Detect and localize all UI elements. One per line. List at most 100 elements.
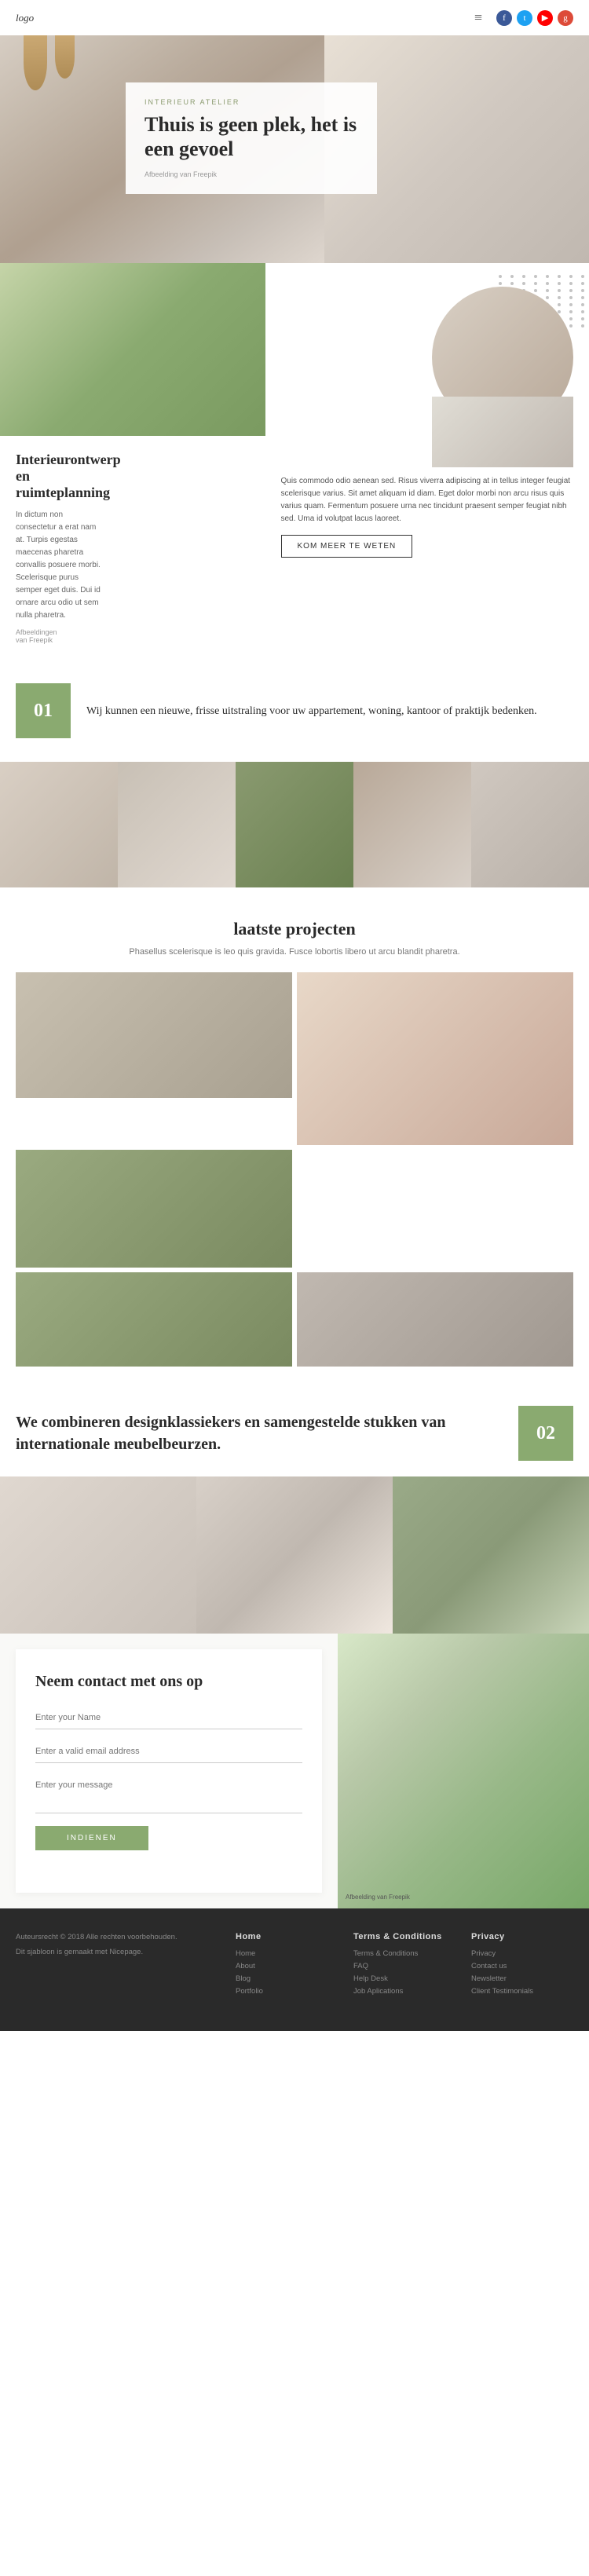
dot-decoration [499, 275, 502, 278]
dot-decoration [522, 275, 525, 278]
project-item-2 [297, 972, 573, 1145]
googleplus-icon[interactable]: g [558, 10, 573, 26]
dot-decoration [546, 275, 549, 278]
dot-decoration [569, 282, 573, 285]
footer-link-privacy[interactable]: Privacy [471, 1949, 573, 1958]
dot-decoration [569, 296, 573, 299]
footer-link-blog[interactable]: Blog [236, 1974, 338, 1983]
dot-decoration [558, 303, 561, 306]
footer: Auteursrecht © 2018 Alle rechten voorbeh… [0, 1908, 589, 2031]
kom-meer-button[interactable]: KOM MEER TE WETEN [281, 535, 413, 558]
dot-decoration [581, 282, 584, 285]
dot-decoration [534, 289, 537, 292]
dot-decoration [558, 289, 561, 292]
photo-grid-item-1 [0, 762, 118, 887]
hero-content-box: INTERIEUR ATELIER Thuis is geen plek, he… [126, 82, 377, 194]
dot-decoration [534, 282, 537, 285]
sec2-credit: Afbeeldingen van Freepik [16, 628, 55, 644]
dot-decoration [510, 275, 514, 278]
footer-col-2: Home Home About Blog Portfolio [236, 1932, 338, 2000]
design-classics-section: We combineren designklassiekers en samen… [0, 1382, 589, 1476]
number-box-1: 01 [16, 683, 71, 738]
photo-grid-section [0, 762, 589, 887]
sec2-right: Quis commodo odio aenean sed. Risus vive… [265, 263, 589, 660]
number-2: 02 [536, 1423, 555, 1444]
footer-link-newsletter[interactable]: Newsletter [471, 1974, 573, 1983]
interior-design-section: Interieurontwerp en ruimteplanning In di… [0, 263, 589, 660]
logo: logo [16, 12, 34, 24]
footer-link-jobs[interactable]: Job Aplications [353, 1987, 455, 1996]
projects-grid [16, 972, 573, 1268]
message-input[interactable] [35, 1774, 302, 1813]
projects-section: laatste projecten Phasellus scelerisque … [0, 887, 589, 1382]
hamburger-icon[interactable]: ≡ [474, 9, 482, 26]
footer-col-1: Auteursrecht © 2018 Alle rechten voorbeh… [16, 1932, 220, 2000]
dot-decoration [558, 275, 561, 278]
email-input[interactable] [35, 1740, 302, 1763]
footer-nicepage: Dit sjabloon is gemaakt met Nicepage. [16, 1947, 220, 1958]
photo-row-item-1 [0, 1476, 196, 1634]
dot-decoration [510, 282, 514, 285]
design-classics-text: We combineren designklassiekers en samen… [16, 1411, 503, 1455]
social-links: f t ▶ g [496, 10, 573, 26]
name-input[interactable] [35, 1707, 302, 1729]
contact-img-credit: Afbeelding van Freepik [346, 1894, 410, 1901]
sec2-right-text: Quis commodo odio aenean sed. Risus vive… [281, 475, 574, 525]
footer-copyright: Auteursrecht © 2018 Alle rechten voorbeh… [16, 1932, 220, 1943]
footer-link-home[interactable]: Home [236, 1949, 338, 1958]
highlight-section-1: 01 Wij kunnen een nieuwe, frisse uitstra… [0, 660, 589, 762]
dot-decoration [581, 303, 584, 306]
project-item-4 [16, 1272, 292, 1367]
dot-decoration [581, 317, 584, 320]
contact-form-container: Neem contact met ons op INDIENEN [16, 1649, 322, 1893]
footer-col-4: Privacy Privacy Contact us Newsletter Cl… [471, 1932, 573, 2000]
dot-decoration [534, 275, 537, 278]
hero-title: Thuis is geen plek, het is een gevoel [145, 112, 358, 161]
footer-link-faq[interactable]: FAQ [353, 1962, 455, 1970]
dot-decoration [581, 310, 584, 313]
dot-decoration [569, 317, 573, 320]
photo-row-item-2 [196, 1476, 393, 1634]
youtube-icon[interactable]: ▶ [537, 10, 553, 26]
facebook-icon[interactable]: f [496, 10, 512, 26]
dot-decoration [569, 310, 573, 313]
footer-link-helpdesk[interactable]: Help Desk [353, 1974, 455, 1983]
hero-section: INTERIEUR ATELIER Thuis is geen plek, he… [0, 35, 589, 263]
dot-decoration [522, 282, 525, 285]
footer-top: Auteursrecht © 2018 Alle rechten voorbeh… [16, 1932, 573, 2000]
dot-decoration [546, 296, 549, 299]
project-item-5 [297, 1272, 573, 1367]
number-box-2: 02 [518, 1406, 573, 1461]
twitter-icon[interactable]: t [517, 10, 532, 26]
dot-decoration [581, 324, 584, 327]
dot-decoration [569, 289, 573, 292]
interior-heading: Interieurontwerp en ruimteplanning [16, 452, 104, 501]
footer-link-about[interactable]: About [236, 1962, 338, 1970]
interior-body: In dictum non consectetur a erat nam at.… [16, 509, 104, 622]
hero-credit: Afbeelding van Freepik [145, 170, 358, 178]
footer-col2-heading: Home [236, 1932, 338, 1941]
contact-image: Afbeelding van Freepik [338, 1634, 589, 1908]
contact-section: Neem contact met ons op INDIENEN Afbeeld… [0, 1634, 589, 1908]
dot-decoration [546, 282, 549, 285]
sec2-left: Interieurontwerp en ruimteplanning In di… [0, 263, 265, 660]
project-item-1 [16, 972, 292, 1098]
photo-row-section [0, 1476, 589, 1634]
footer-link-testimonials[interactable]: Client Testimonials [471, 1987, 573, 1996]
navigation: logo ≡ f t ▶ g [0, 0, 589, 35]
dot-decoration [546, 289, 549, 292]
dot-decoration [581, 296, 584, 299]
dot-decoration [581, 289, 584, 292]
projects-subtext: Phasellus scelerisque is leo quis gravid… [16, 947, 573, 957]
dot-decoration [569, 324, 573, 327]
dot-decoration [569, 275, 573, 278]
photo-grid-item-3 [236, 762, 353, 887]
dot-decoration [558, 282, 561, 285]
footer-link-portfolio[interactable]: Portfolio [236, 1987, 338, 1996]
dot-decoration [569, 303, 573, 306]
photo-row-item-3 [393, 1476, 589, 1634]
submit-button[interactable]: INDIENEN [35, 1826, 148, 1850]
footer-link-terms[interactable]: Terms & Conditions [353, 1949, 455, 1958]
footer-link-contact[interactable]: Contact us [471, 1962, 573, 1970]
dot-decoration [581, 275, 584, 278]
